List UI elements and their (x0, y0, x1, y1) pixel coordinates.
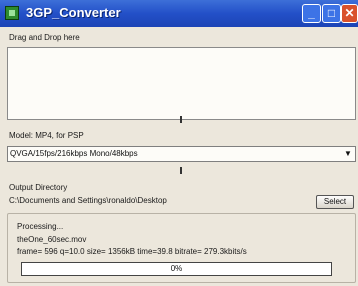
close-button[interactable]: ✕ (341, 4, 358, 23)
title-bar[interactable]: 3GP_Converter _ □ ✕ (0, 0, 358, 27)
output-directory-path: C:\Documents and Settings\ronaldo\Deskto… (9, 196, 167, 205)
model-select[interactable]: QVGA/15fps/216kbps Mono/48kbps ▼ (7, 146, 356, 162)
model-select-value: QVGA/15fps/216kbps Mono/48kbps (10, 149, 138, 158)
model-label: Model: MP4, for PSP (9, 131, 84, 140)
drop-area-label: Drag and Drop here (9, 33, 80, 42)
output-directory-label: Output Directory (9, 183, 68, 192)
processing-heading: Processing... (17, 222, 64, 231)
maximize-icon: □ (327, 6, 336, 20)
splitter-handle[interactable] (180, 116, 182, 123)
drop-area[interactable] (7, 47, 356, 120)
app-window: 3GP_Converter _ □ ✕ Drag and Drop here M… (0, 0, 358, 286)
maximize-button[interactable]: □ (322, 4, 341, 23)
processing-stats: frame= 596 q=10.0 size= 1356kB time=39.8… (17, 247, 247, 256)
progress-bar: 0% (21, 262, 332, 276)
splitter-handle[interactable] (180, 167, 182, 174)
processing-file: theOne_60sec.mov (17, 235, 87, 244)
chevron-down-icon[interactable]: ▼ (342, 148, 354, 160)
minimize-icon: _ (308, 6, 315, 20)
close-icon: ✕ (344, 6, 355, 20)
app-icon (5, 6, 19, 20)
progress-text: 0% (170, 264, 183, 273)
window-title: 3GP_Converter (26, 5, 121, 20)
select-directory-button[interactable]: Select (316, 195, 354, 209)
minimize-button[interactable]: _ (302, 4, 321, 23)
